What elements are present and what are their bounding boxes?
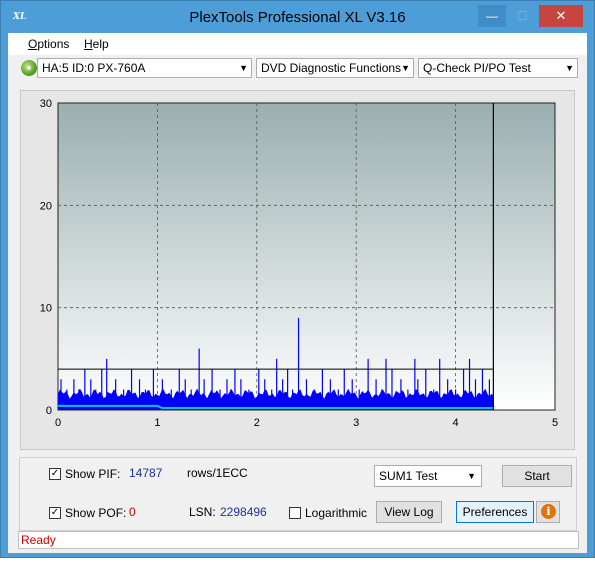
x-tick-label: 2 <box>254 417 260 429</box>
chart-panel: 0 1 2 3 4 5 0 10 20 30 <box>20 90 575 450</box>
y-tick-label: 20 <box>40 200 52 212</box>
view-log-button[interactable]: View Log <box>376 501 442 523</box>
function-select[interactable]: DVD Diagnostic Functions ▼ <box>256 58 414 78</box>
menu-options[interactable]: Options <box>28 37 69 51</box>
chevron-down-icon: ▼ <box>467 471 476 481</box>
test-select[interactable]: Q-Check PI/PO Test ▼ <box>418 58 578 78</box>
close-button[interactable]: ✕ <box>539 5 583 27</box>
pi-po-chart: 0 1 2 3 4 5 0 10 20 30 <box>40 98 558 429</box>
chevron-down-icon: ▼ <box>401 63 410 73</box>
chevron-down-icon: ▼ <box>239 63 248 73</box>
show-pif-label: Show PIF: <box>65 467 121 481</box>
x-tick-label: 4 <box>453 417 459 429</box>
controls-panel: ✓ Show PIF: 14787 rows/1ECC ✓ Show POF: … <box>19 457 577 531</box>
x-tick-label: 1 <box>154 417 160 429</box>
logarithmic-checkbox[interactable] <box>289 507 301 519</box>
chevron-down-icon: ▼ <box>565 63 574 73</box>
show-pof-checkbox[interactable]: ✓ <box>49 507 61 519</box>
logarithmic-label: Logarithmic <box>305 506 368 520</box>
menu-help[interactable]: Help <box>84 37 109 51</box>
disc-icon <box>21 60 37 76</box>
x-tick-label: 5 <box>552 417 558 429</box>
y-tick-label: 0 <box>46 405 52 417</box>
client-area: Options Help HA:5 ID:0 PX-760A ▼ DVD Diag… <box>8 33 587 553</box>
show-pof-label: Show POF: <box>65 506 127 520</box>
minimize-button[interactable]: — <box>478 5 506 27</box>
maximize-button[interactable]: ☐ <box>508 5 536 27</box>
start-button[interactable]: Start <box>502 465 572 487</box>
toolbar: HA:5 ID:0 PX-760A ▼ DVD Diagnostic Functi… <box>8 56 587 82</box>
menu-bar: Options Help <box>8 33 587 55</box>
drive-select[interactable]: HA:5 ID:0 PX-760A ▼ <box>37 58 252 78</box>
x-tick-label: 0 <box>55 417 61 429</box>
y-tick-label: 10 <box>40 303 52 315</box>
info-icon: i <box>541 504 556 519</box>
show-pif-checkbox[interactable]: ✓ <box>49 468 61 480</box>
title-bar[interactable]: XL PlexTools Professional XL V3.16 — ☐ ✕ <box>1 1 594 33</box>
rows-label: rows/1ECC <box>187 466 248 480</box>
lsn-label: LSN: <box>189 505 216 519</box>
y-tick-label: 30 <box>40 98 52 110</box>
app-window: XL PlexTools Professional XL V3.16 — ☐ ✕… <box>0 0 595 558</box>
preferences-button[interactable]: Preferences <box>456 501 534 523</box>
info-button[interactable]: i <box>536 501 560 523</box>
pif-value: 14787 <box>129 466 163 480</box>
status-text: Ready <box>21 533 56 547</box>
plot-area <box>57 102 556 411</box>
sum-test-select[interactable]: SUM1 Test ▼ <box>374 465 482 487</box>
pof-value: 0 <box>129 505 136 519</box>
status-bar: Ready <box>18 531 579 549</box>
lsn-value: 2298496 <box>220 505 267 519</box>
x-tick-label: 3 <box>353 417 359 429</box>
